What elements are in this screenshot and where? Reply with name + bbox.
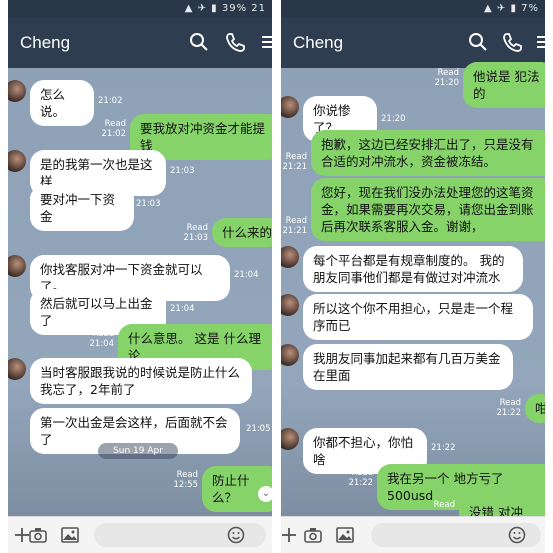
message-time: 21:21 [282, 226, 308, 236]
input-bar [281, 516, 545, 553]
avatar[interactable] [281, 96, 299, 118]
phone-icon[interactable] [501, 31, 523, 53]
read-receipt: Read [351, 468, 373, 478]
chat-header: Cheng [8, 18, 272, 68]
message-time: 21:05 [246, 424, 271, 434]
add-icon[interactable] [281, 525, 299, 545]
chevron-down-icon[interactable]: ⌄ [258, 486, 272, 502]
message-time: 21:03 [183, 233, 209, 243]
camera-icon[interactable] [28, 525, 48, 545]
chat-title: Cheng [293, 33, 344, 52]
chat-title: Cheng [20, 33, 71, 52]
outgoing-message[interactable]: 咁 [525, 394, 545, 423]
incoming-message[interactable]: 每个平台都是有规章制度的。 我的朋友同事他们都是有做过对冲流水 [303, 246, 523, 292]
avatar[interactable] [8, 255, 26, 277]
avatar[interactable] [281, 294, 299, 316]
outgoing-message[interactable]: 您好，现在我们没办法处理您的这笔资金，如果需要再次交易，请您出金到账后再次联系客… [311, 178, 545, 241]
battery-level: 39% [221, 3, 248, 14]
search-icon[interactable] [188, 31, 210, 53]
read-receipt: Read [92, 329, 114, 339]
outgoing-message[interactable]: 他说是 犯法的 [463, 62, 545, 108]
avatar[interactable] [8, 80, 26, 102]
menu-icon[interactable] [260, 31, 272, 53]
incoming-message[interactable]: 要对冲一下资金 [30, 185, 134, 231]
menu-icon[interactable] [535, 31, 545, 53]
image-icon[interactable] [60, 525, 80, 545]
search-icon[interactable] [467, 31, 489, 53]
chat-screen-right: ▲ ✈ ▮ 7% Cheng Read 21:20 他说是 犯法的 你说惨了？ … [281, 0, 545, 553]
image-icon[interactable] [335, 525, 355, 545]
message-time: 21:02 [101, 129, 127, 139]
read-receipt: Read [176, 470, 198, 480]
message-time: 21:04 [170, 304, 195, 314]
read-receipt: Read [104, 119, 126, 129]
message-time: 12:55 [173, 480, 199, 490]
input-bar [8, 516, 272, 553]
message-time: 21:20 [381, 114, 406, 124]
avatar[interactable] [8, 358, 26, 380]
battery-level: 7% [521, 3, 539, 14]
message-time: 21:04 [234, 270, 259, 280]
read-receipt: Read [285, 216, 307, 226]
incoming-message[interactable]: 怎么说。 [30, 80, 94, 126]
avatar[interactable] [281, 344, 299, 366]
chat-screen-left: ▲ ✈ ▮ 39% 21 Cheng 怎么说。 21:02 Read 21:02… [8, 0, 272, 553]
outgoing-message[interactable]: 抱歉，这边已经安排汇出了，只是没有合适的对冲流水，资金被冻结。 [311, 130, 545, 176]
incoming-message[interactable]: 所以这个你不用担心，只是走一个程序而已 [303, 294, 533, 340]
status-time: 21 [251, 3, 266, 14]
message-time: 21:20 [434, 78, 460, 88]
camera-icon[interactable] [303, 525, 323, 545]
read-receipt: Read [285, 152, 307, 162]
date-separator: Sun 19 Apr [98, 443, 178, 459]
emoji-icon[interactable] [226, 525, 246, 545]
emoji-icon[interactable] [507, 525, 527, 545]
message-time: 21:04 [89, 339, 115, 349]
incoming-message[interactable]: 当时客服跟我说的时候说是防止什么我忘了，2年前了 [30, 358, 252, 404]
outgoing-message[interactable]: 什么来的 [212, 218, 272, 247]
read-receipt: Read [186, 223, 208, 233]
message-time: 21:22 [496, 408, 522, 418]
message-list[interactable]: 怎么说。 21:02 Read 21:02 要我放对冲资金才能提钱 是的我第一次… [8, 68, 272, 517]
avatar[interactable] [281, 246, 299, 268]
status-icons: ▲ ✈ ▮ 7% [484, 3, 539, 14]
incoming-message[interactable]: 我朋友同事加起来都有几百万美金在里面 [303, 344, 513, 390]
chat-header: Cheng [281, 18, 545, 68]
message-time: 21:03 [136, 199, 161, 209]
message-time: 21:22 [431, 443, 456, 453]
status-bar: ▲ ✈ ▮ 39% 21 [8, 0, 272, 18]
read-receipt: Read [499, 398, 521, 408]
read-receipt: Read [437, 68, 459, 78]
message-time: 21:03 [170, 166, 195, 176]
avatar[interactable] [281, 428, 299, 450]
avatar[interactable] [8, 150, 26, 172]
message-list[interactable]: Read 21:20 他说是 犯法的 你说惨了？ 21:20 Read 21:2… [281, 62, 545, 527]
message-time: 21:22 [348, 478, 374, 488]
read-receipt: Read [433, 500, 455, 510]
message-time: 21:02 [98, 96, 123, 106]
status-bar: ▲ ✈ ▮ 7% [281, 0, 545, 18]
phone-icon[interactable] [224, 31, 246, 53]
status-icons: ▲ ✈ ▮ 39% 21 [184, 3, 266, 14]
message-time: 21:21 [282, 162, 308, 172]
